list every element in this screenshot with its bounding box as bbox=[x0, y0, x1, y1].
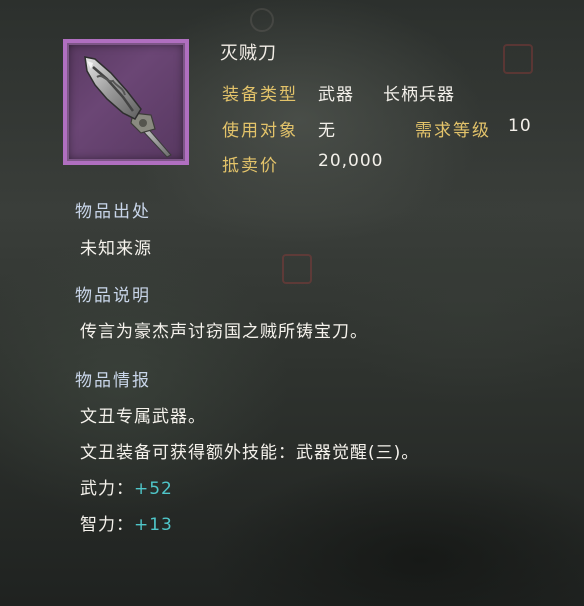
watermark-decoration bbox=[250, 8, 274, 32]
stat-intelligence-value: +13 bbox=[134, 515, 173, 535]
glaive-blade-icon bbox=[84, 56, 172, 158]
item-icon-frame[interactable] bbox=[63, 39, 189, 165]
equip-type-value: 武器 bbox=[318, 85, 354, 105]
required-level-value: 10 bbox=[508, 116, 532, 136]
equip-subtype-value: 长柄兵器 bbox=[383, 85, 455, 105]
sell-price-value: 20,000 bbox=[318, 151, 384, 171]
item-name: 灭贼刀 bbox=[220, 43, 277, 64]
target-value: 无 bbox=[318, 121, 336, 141]
info-line-skill: 文丑装备可获得额外技能：武器觉醒(三)。 bbox=[80, 443, 420, 463]
info-section-title: 物品情报 bbox=[75, 371, 151, 391]
stat-intelligence: 智力：+13 bbox=[80, 510, 173, 535]
seal-mark-decoration bbox=[282, 254, 312, 284]
sell-price-label: 抵卖价 bbox=[222, 156, 279, 176]
required-level-label: 需求等级 bbox=[415, 121, 491, 141]
stat-strength-label: 武力： bbox=[80, 479, 134, 499]
origin-section-title: 物品出处 bbox=[75, 202, 151, 222]
origin-text: 未知来源 bbox=[80, 239, 152, 259]
stat-intelligence-label: 智力： bbox=[80, 515, 134, 535]
description-text: 传言为豪杰声讨窃国之贼所铸宝刀。 bbox=[80, 322, 368, 342]
stat-strength-value: +52 bbox=[134, 479, 173, 499]
description-section-title: 物品说明 bbox=[75, 286, 151, 306]
seal-mark-decoration bbox=[503, 44, 533, 74]
stat-strength: 武力：+52 bbox=[80, 474, 173, 499]
info-line-exclusive: 文丑专属武器。 bbox=[80, 407, 206, 427]
equip-type-label: 装备类型 bbox=[222, 85, 298, 105]
target-label: 使用对象 bbox=[222, 121, 298, 141]
